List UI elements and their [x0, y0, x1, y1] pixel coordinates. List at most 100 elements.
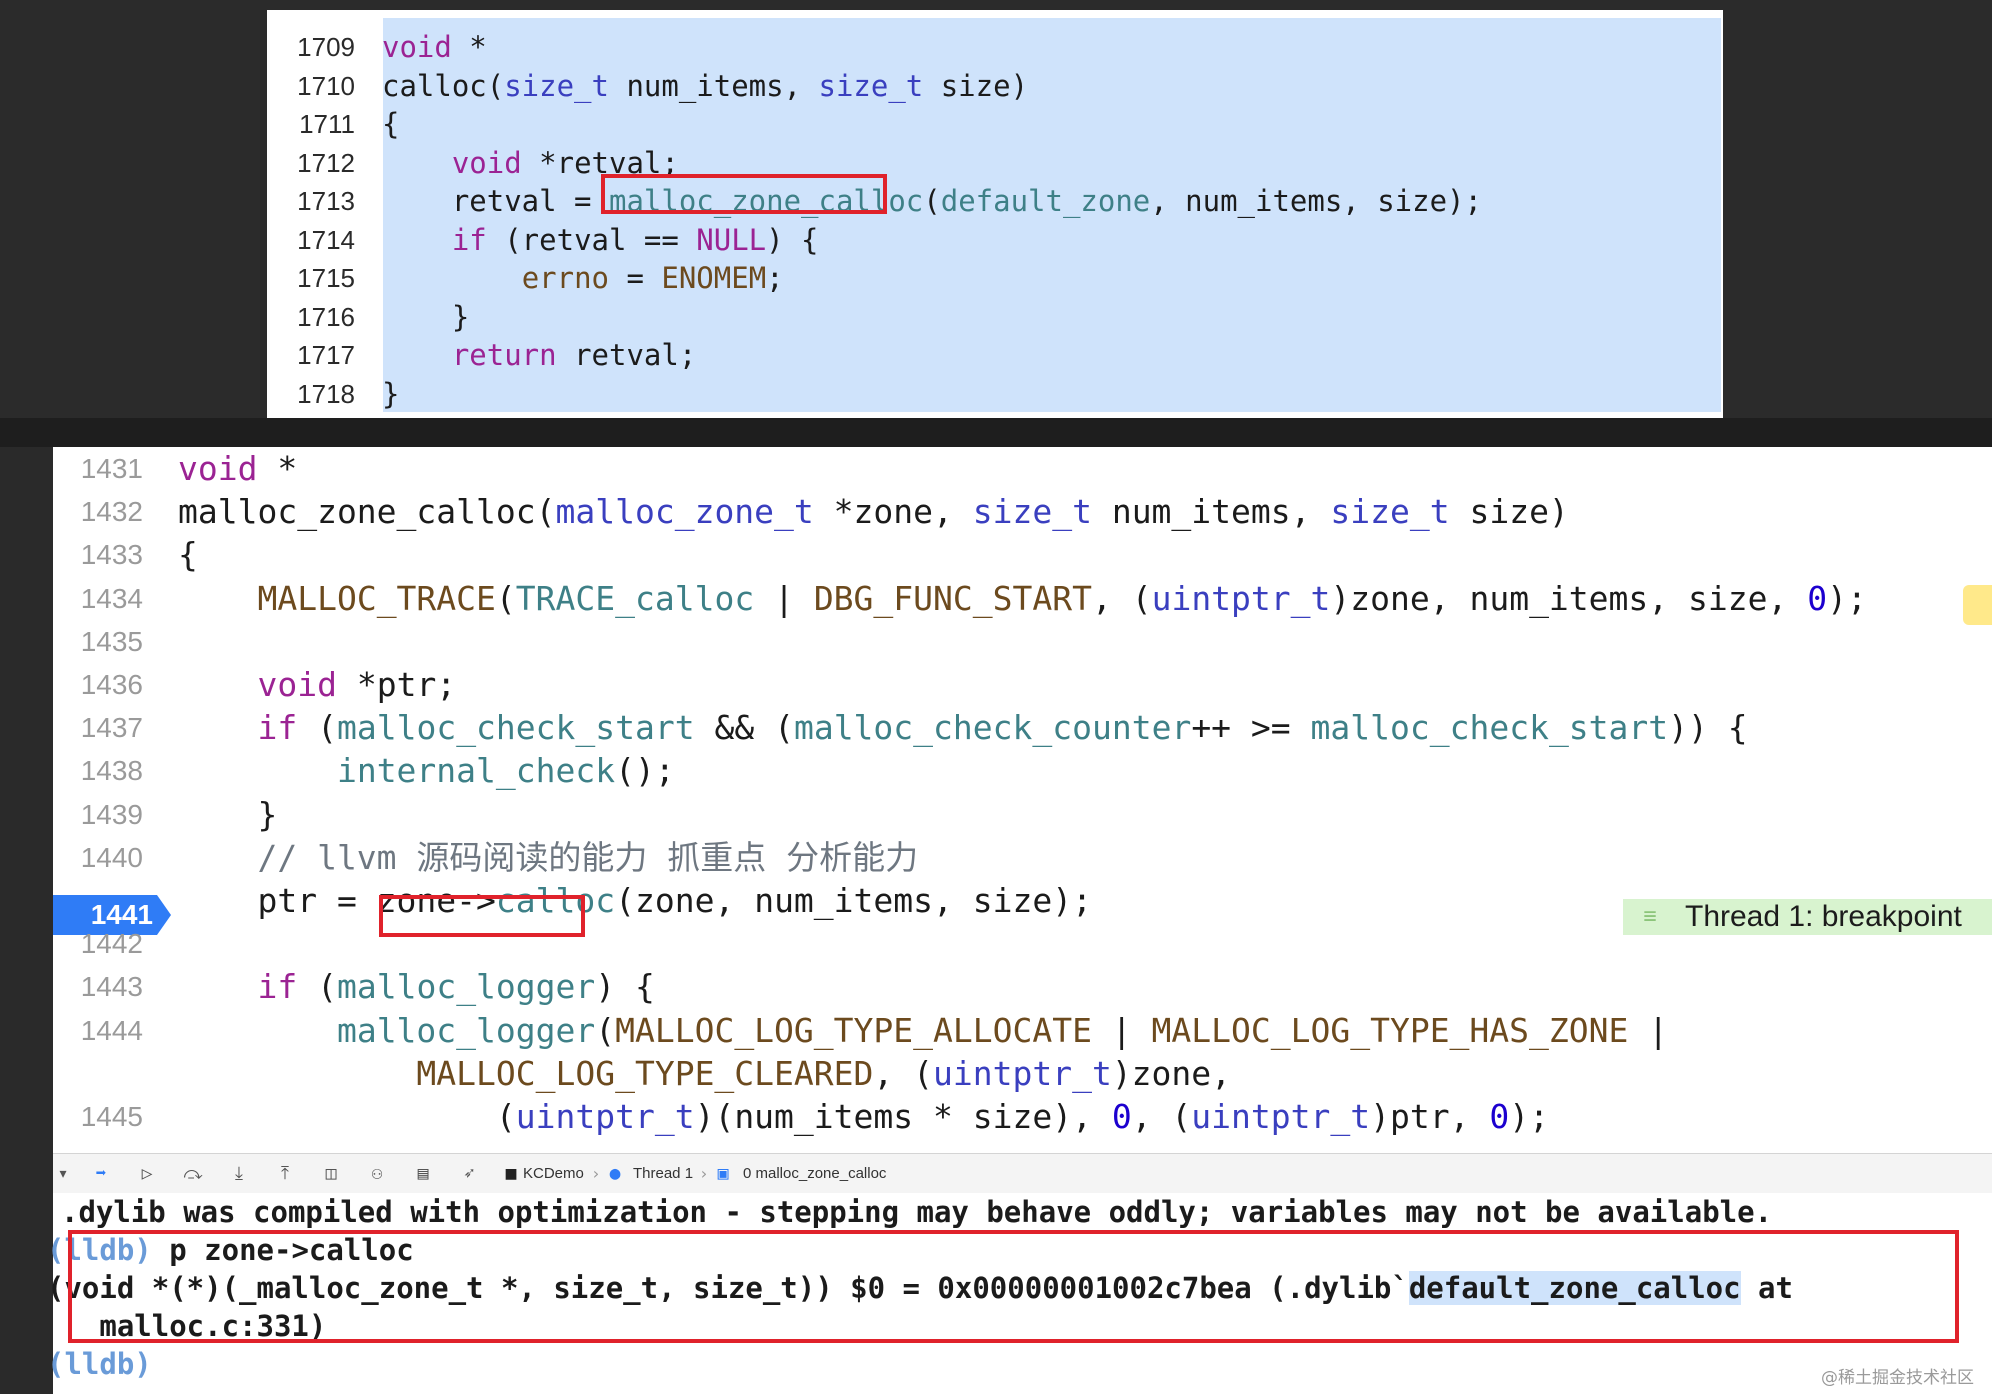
code-text: }: [382, 375, 399, 413]
code-token: ENOMEM: [661, 261, 767, 295]
calloc-source-panel[interactable]: 1709 void * 1710 calloc(size_t num_items, s…: [267, 10, 1723, 418]
code-text: retval = malloc_zone_calloc(default_zone…: [382, 182, 1482, 220]
breakpoints-toggle-icon[interactable]: ➡: [89, 1162, 113, 1186]
code-token: retval =: [382, 184, 609, 218]
code-token: *: [257, 449, 298, 488]
view-hierarchy-icon[interactable]: ◫: [319, 1162, 343, 1186]
code-line: 1439 }: [53, 793, 1992, 836]
code-text: }: [382, 298, 469, 336]
code-token: ();: [615, 751, 675, 791]
step-over-icon[interactable]: ⤼: [181, 1162, 205, 1186]
breadcrumb-frame[interactable]: 0 malloc_zone_calloc: [743, 1154, 886, 1194]
code-token: |: [1628, 1010, 1669, 1050]
code-token: malloc_zone_t: [555, 492, 814, 532]
code-text: calloc(size_t num_items, size_t size): [382, 67, 1028, 105]
code-token: (zone, num_items, size);: [615, 881, 1092, 920]
code-text: void *ptr;: [178, 663, 456, 706]
environment-icon[interactable]: ▤: [411, 1162, 435, 1186]
code-token: size): [1449, 492, 1569, 532]
line-number: 1444: [80, 1014, 143, 1046]
code-token: ;: [766, 261, 784, 295]
lines-icon: ≡: [1643, 904, 1657, 929]
code-text: if (malloc_logger) {: [178, 965, 655, 1008]
continue-icon[interactable]: ▷: [135, 1162, 159, 1186]
code-line: 1433 {: [53, 533, 1992, 576]
line-number: 1437: [80, 712, 143, 744]
line-number: 1439: [80, 798, 143, 830]
code-text: return retval;: [382, 336, 696, 374]
thread-icon: ●: [609, 1163, 621, 1184]
code-line: 1445 (uintptr_t)(num_items * size), 0, (…: [53, 1095, 1992, 1138]
code-token: if: [257, 967, 298, 1007]
code-token: if: [257, 708, 298, 748]
code-line: 1434 MALLOC_TRACE(TRACE_calloc | DBG_FUN…: [53, 577, 1992, 620]
code-token: ptr =: [178, 881, 377, 920]
code-token: (: [178, 1097, 516, 1136]
line-number: 1709: [297, 32, 355, 62]
code-token: }: [382, 299, 470, 334]
malloc-zone-calloc-source-panel[interactable]: 1441 1431 void * 1432 malloc_zone_calloc(ma…: [53, 447, 1992, 1153]
app-icon: ■: [505, 1163, 517, 1184]
code-token: void: [178, 449, 258, 488]
lldb-console[interactable]: .dylib was compiled with optimization - …: [47, 1193, 1992, 1394]
code-text: // llvm 源码阅读的能力 抓重点 分析能力: [178, 836, 918, 879]
warning-marker-icon[interactable]: [1963, 585, 1992, 625]
code-token: ) {: [766, 222, 819, 257]
code-token: }: [178, 794, 278, 834]
code-token: TRACE_calloc: [515, 578, 755, 618]
code-token: internal_check: [336, 751, 616, 791]
code-token: ) {: [595, 967, 655, 1007]
code-token: |: [754, 578, 814, 618]
line-number: 1445: [80, 1101, 143, 1132]
code-token: malloc_check_start: [1310, 708, 1669, 748]
code-token: *: [451, 30, 487, 64]
code-token: malloc_logger: [336, 1010, 596, 1050]
line-number: 1711: [299, 109, 355, 139]
code-token: 0: [1807, 578, 1828, 618]
thread-banner-label: Thread 1: breakpoint: [1685, 900, 1962, 933]
code-token: (: [923, 184, 941, 218]
code-text: void *: [178, 447, 297, 490]
code-line: 1437 if (malloc_check_start && (malloc_c…: [53, 706, 1992, 749]
line-number: 1440: [80, 841, 143, 873]
code-token: uintptr_t: [515, 1097, 695, 1136]
memory-graph-icon[interactable]: ⚇: [365, 1162, 389, 1186]
code-token: return: [451, 338, 557, 372]
line-number: 1712: [297, 147, 355, 178]
code-token: (: [297, 967, 337, 1007]
breadcrumb-app[interactable]: KCDemo: [523, 1154, 584, 1194]
thread-breakpoint-banner[interactable]: ≡ Thread 1: breakpoint: [1623, 899, 1992, 935]
code-token: , (: [1131, 1097, 1192, 1136]
code-text: void *: [382, 28, 487, 66]
code-text: ptr = zone->calloc(zone, num_items, size…: [178, 879, 1092, 922]
line-number: 1710: [297, 70, 355, 101]
code-token: malloc_logger: [336, 967, 596, 1007]
code-line: 1711 {: [267, 105, 1723, 143]
code-token: uintptr_t: [933, 1053, 1112, 1093]
code-line: MALLOC_LOG_TYPE_CLEARED, (uintptr_t)zone…: [53, 1052, 1992, 1095]
code-token: (: [495, 578, 516, 618]
code-line: 1710 calloc(size_t num_items, size_t size…: [267, 67, 1723, 105]
code-token: calloc(: [382, 68, 505, 103]
location-icon[interactable]: ➶: [457, 1162, 481, 1186]
hide-console-icon[interactable]: ▾: [51, 1162, 75, 1186]
code-text: MALLOC_TRACE(TRACE_calloc | DBG_FUNC_STA…: [178, 577, 1866, 620]
code-token: num_items,: [1091, 492, 1331, 532]
code-text: {: [382, 105, 399, 143]
step-out-icon[interactable]: ⤒: [273, 1162, 297, 1186]
breadcrumb-thread[interactable]: Thread 1: [633, 1154, 693, 1194]
code-line: 1718}: [267, 375, 1723, 413]
panel-divider: [0, 418, 1992, 447]
line-number: 1432: [80, 496, 143, 528]
code-line: 1440 // llvm 源码阅读的能力 抓重点 分析能力: [53, 836, 1992, 879]
code-token: ++ >=: [1191, 708, 1311, 748]
line-number: 1717: [297, 340, 355, 370]
line-number: 1443: [80, 971, 143, 1003]
code-token: num_items,: [608, 68, 819, 103]
step-into-icon[interactable]: ⤓: [227, 1162, 251, 1186]
